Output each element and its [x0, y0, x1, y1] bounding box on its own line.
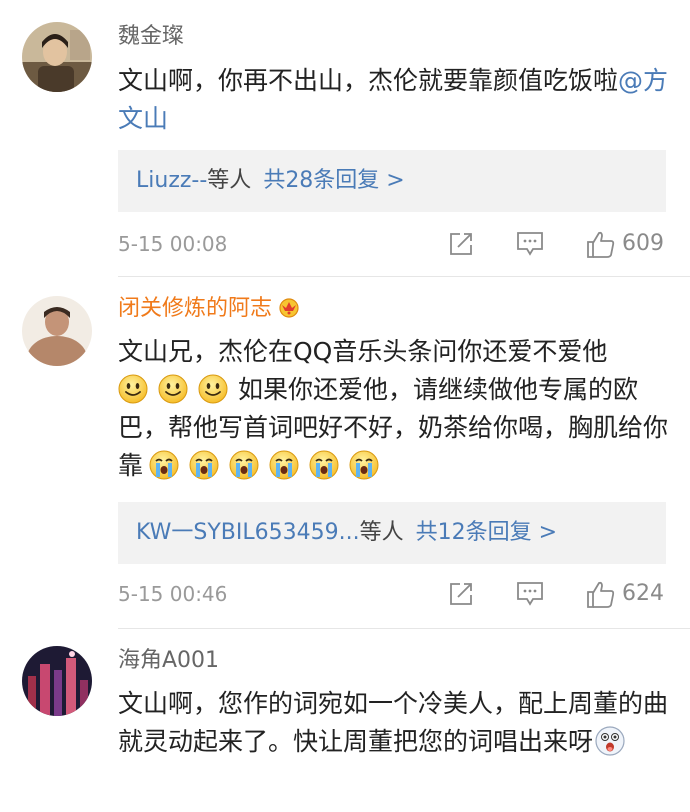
comment-icon[interactable] — [516, 229, 544, 259]
crying-emoji-icon — [189, 450, 219, 480]
smile-emoji-icon — [198, 374, 228, 404]
share-icon[interactable] — [448, 229, 474, 259]
comment-item: 闭关修炼的阿志 文山兄，杰伦在QQ音乐头条问你还爱不爱他 如果你还爱他，请继续做… — [0, 276, 690, 628]
like-count: 624 — [622, 581, 664, 606]
reply-preview[interactable]: KW一SYBIL653459...等人 共12条回复 > — [118, 502, 666, 564]
reply-count-link[interactable]: 共28条回复 > — [263, 168, 404, 193]
crying-emoji-icon — [309, 450, 339, 480]
reply-preview[interactable]: Liuzz--等人 共28条回复 > — [118, 150, 666, 212]
crying-emoji-icon — [349, 450, 379, 480]
comment-icon[interactable] — [516, 579, 544, 609]
reply-suffix: 等人 — [207, 168, 252, 193]
comment-meta: 5-15 00:46 624 — [118, 579, 668, 609]
reply-count-link[interactable]: 共12条回复 > — [416, 520, 557, 545]
username[interactable]: 魏金璨 — [118, 22, 184, 52]
avatar[interactable] — [22, 646, 92, 716]
username-text: 闭关修炼的阿志 — [118, 296, 273, 321]
reply-users[interactable]: KW一SYBIL653459... — [136, 520, 360, 545]
avatar-image — [22, 296, 92, 366]
crying-emoji-icon — [269, 450, 299, 480]
like-count: 609 — [622, 231, 664, 256]
like-button[interactable]: 609 — [586, 229, 668, 259]
comment-text-body: 文山啊，您作的词宛如一个冷美人，配上周董的曲就灵动起来了。快让周董把您的词唱出来… — [118, 689, 669, 756]
comment-text: 文山啊，您作的词宛如一个冷美人，配上周董的曲就灵动起来了。快让周董把您的词唱出来… — [118, 685, 678, 761]
comment-text-line: 文山兄，杰伦在QQ音乐头条问你还爱不爱他 — [118, 337, 608, 366]
timestamp: 5-15 00:46 — [118, 582, 228, 606]
timestamp: 5-15 00:08 — [118, 232, 228, 256]
share-icon[interactable] — [448, 579, 474, 609]
vip-crown-icon — [279, 298, 299, 318]
reply-suffix: 等人 — [359, 520, 404, 545]
crying-emoji-icon — [149, 450, 179, 480]
smile-emoji-icon — [158, 374, 188, 404]
username[interactable]: 闭关修炼的阿志 — [118, 294, 302, 324]
comment-text-body: 文山啊，你再不出山，杰伦就要靠颜值吃饭啦 — [118, 66, 619, 95]
crying-emoji-icon — [229, 450, 259, 480]
avatar-image — [22, 646, 92, 716]
smile-emoji-icon — [118, 374, 148, 404]
comment-text-rest: 如果你还爱他，请继续做他专属的欧巴，帮他写首词吧好不好，奶茶给你喝，胸肌给你靠 — [118, 371, 678, 485]
surprised-emoji-icon — [595, 726, 625, 756]
thumbs-up-icon — [587, 581, 615, 608]
avatar[interactable] — [22, 296, 92, 366]
comment-item: 海角A001 文山啊，您作的词宛如一个冷美人，配上周董的曲就灵动起来了。快让周董… — [0, 628, 690, 812]
comment-item: 魏金璨 文山啊，你再不出山，杰伦就要靠颜值吃饭啦@方文山 Liuzz--等人 共2… — [0, 0, 690, 276]
comment-text: 文山兄，杰伦在QQ音乐头条问你还爱不爱他 如果你还爱他，请继续做他专属的欧巴，帮… — [118, 333, 678, 485]
thumbs-up-icon — [587, 231, 615, 258]
username[interactable]: 海角A001 — [118, 646, 219, 676]
avatar[interactable] — [22, 22, 92, 92]
comment-meta: 5-15 00:08 609 — [118, 229, 668, 259]
comment-text: 文山啊，你再不出山，杰伦就要靠颜值吃饭啦@方文山 — [118, 62, 678, 138]
reply-users[interactable]: Liuzz-- — [136, 168, 207, 193]
avatar-image — [22, 22, 92, 92]
like-button[interactable]: 624 — [586, 579, 668, 609]
